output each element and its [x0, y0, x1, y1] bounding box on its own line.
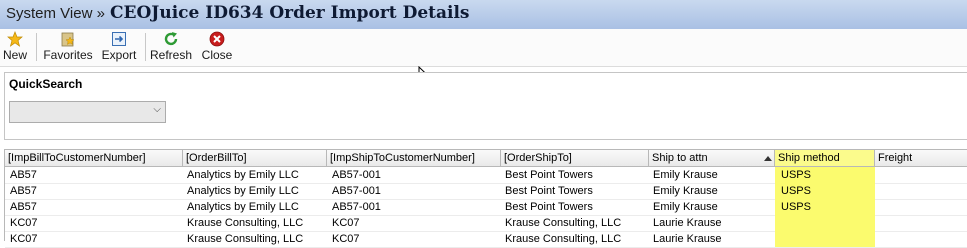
chevron-down-icon[interactable]: ⌵	[153, 104, 161, 115]
table-cell[interactable]: Laurie Krause	[649, 215, 775, 231]
table-cell[interactable]: Analytics by Emily LLC	[183, 199, 327, 215]
table-cell[interactable]: AB57-001	[327, 167, 501, 183]
quicksearch-panel: QuickSearch ⌵	[4, 72, 967, 140]
favorites-icon	[61, 32, 75, 47]
close-icon	[209, 31, 225, 47]
column-header-order-ship-to[interactable]: [OrderShipTo]	[501, 150, 649, 167]
table-cell[interactable]: KC07	[5, 231, 183, 247]
column-header-ship-method[interactable]: Ship method	[775, 150, 875, 167]
toolbar-separator	[145, 33, 146, 61]
quicksearch-dropdown[interactable]: ⌵	[9, 101, 166, 123]
export-label: Export	[101, 48, 137, 62]
table-cell[interactable]	[775, 215, 875, 231]
table-cell[interactable]	[775, 231, 875, 247]
refresh-button[interactable]: Refresh	[150, 31, 192, 64]
table-cell[interactable]: Krause Consulting, LLC	[501, 231, 649, 247]
column-header-order-bill-to[interactable]: [OrderBillTo]	[183, 150, 327, 167]
star-icon	[7, 31, 23, 47]
table-cell[interactable]	[875, 215, 967, 231]
new-button[interactable]: New	[3, 31, 27, 64]
table-cell[interactable]	[875, 231, 967, 247]
table-cell[interactable]: AB57-001	[327, 183, 501, 199]
table-cell[interactable]: Best Point Towers	[501, 183, 649, 199]
refresh-label: Refresh	[150, 48, 193, 62]
table-cell[interactable]: USPS	[775, 199, 875, 215]
table-cell[interactable]: Analytics by Emily LLC	[183, 167, 327, 183]
table-row[interactable]: AB57 Analytics by Emily LLC AB57-001 Best P…	[5, 199, 967, 216]
toolbar-separator	[36, 33, 37, 61]
favorites-button[interactable]: Favorites	[42, 31, 94, 64]
new-label: New	[3, 48, 28, 62]
table-cell[interactable]: Laurie Krause	[649, 231, 775, 247]
export-button[interactable]: Export	[100, 31, 138, 64]
column-header-ship-to-attn[interactable]: Ship to attn	[649, 150, 775, 167]
table-cell[interactable]: Krause Consulting, LLC	[501, 215, 649, 231]
table-row[interactable]: AB57 Analytics by Emily LLC AB57-001 Best P…	[5, 183, 967, 200]
favorites-label: Favorites	[43, 48, 93, 62]
table-cell[interactable]: AB57-001	[327, 199, 501, 215]
page-title: CEOJuice ID634 Order Import Details	[110, 3, 470, 23]
table-row[interactable]: AB57 Analytics by Emily LLC AB57-001 Best P…	[5, 167, 967, 184]
table-cell[interactable]: USPS	[775, 167, 875, 183]
ship-to-attn-label: Ship to attn	[652, 152, 708, 164]
table-cell[interactable]: Best Point Towers	[501, 167, 649, 183]
table-row[interactable]: KC07 Krause Consulting, LLC KC07 Krause Con…	[5, 215, 967, 232]
table-cell[interactable]: Best Point Towers	[501, 199, 649, 215]
title-bar: System View » CEOJuice ID634 Order Impor…	[0, 0, 967, 30]
sort-ascending-icon	[764, 156, 772, 161]
table-cell[interactable]: USPS	[775, 183, 875, 199]
table-cell[interactable]: AB57	[5, 183, 183, 199]
table-cell[interactable]: KC07	[327, 215, 501, 231]
close-label: Close	[201, 48, 233, 62]
table-cell[interactable]	[875, 199, 967, 215]
table-cell[interactable]: AB57	[5, 167, 183, 183]
column-header-imp-ship-to-customer-number[interactable]: [ImpShipToCustomerNumber]	[327, 150, 501, 167]
close-button[interactable]: Close	[200, 31, 234, 64]
quicksearch-label: QuickSearch	[9, 77, 83, 91]
table-cell[interactable]	[875, 167, 967, 183]
breadcrumb[interactable]: System View »	[6, 5, 105, 22]
table-cell[interactable]: Krause Consulting, LLC	[183, 231, 327, 247]
table-cell[interactable]: AB57	[5, 199, 183, 215]
table-cell[interactable]	[875, 183, 967, 199]
table-cell[interactable]: Analytics by Emily LLC	[183, 183, 327, 199]
refresh-icon	[164, 32, 178, 46]
table-cell[interactable]: Krause Consulting, LLC	[183, 215, 327, 231]
toolbar: New Favorites Export Refresh Close	[0, 29, 967, 67]
data-grid: [ImpBillToCustomerNumber] [OrderBillTo] …	[4, 149, 967, 248]
column-header-freight[interactable]: Freight	[875, 150, 967, 167]
table-cell[interactable]: KC07	[5, 215, 183, 231]
export-icon	[112, 32, 126, 46]
table-cell[interactable]: Emily Krause	[649, 167, 775, 183]
table-cell[interactable]: Emily Krause	[649, 183, 775, 199]
table-cell[interactable]: KC07	[327, 231, 501, 247]
table-cell[interactable]: Emily Krause	[649, 199, 775, 215]
column-header-imp-bill-to-customer-number[interactable]: [ImpBillToCustomerNumber]	[5, 150, 183, 167]
